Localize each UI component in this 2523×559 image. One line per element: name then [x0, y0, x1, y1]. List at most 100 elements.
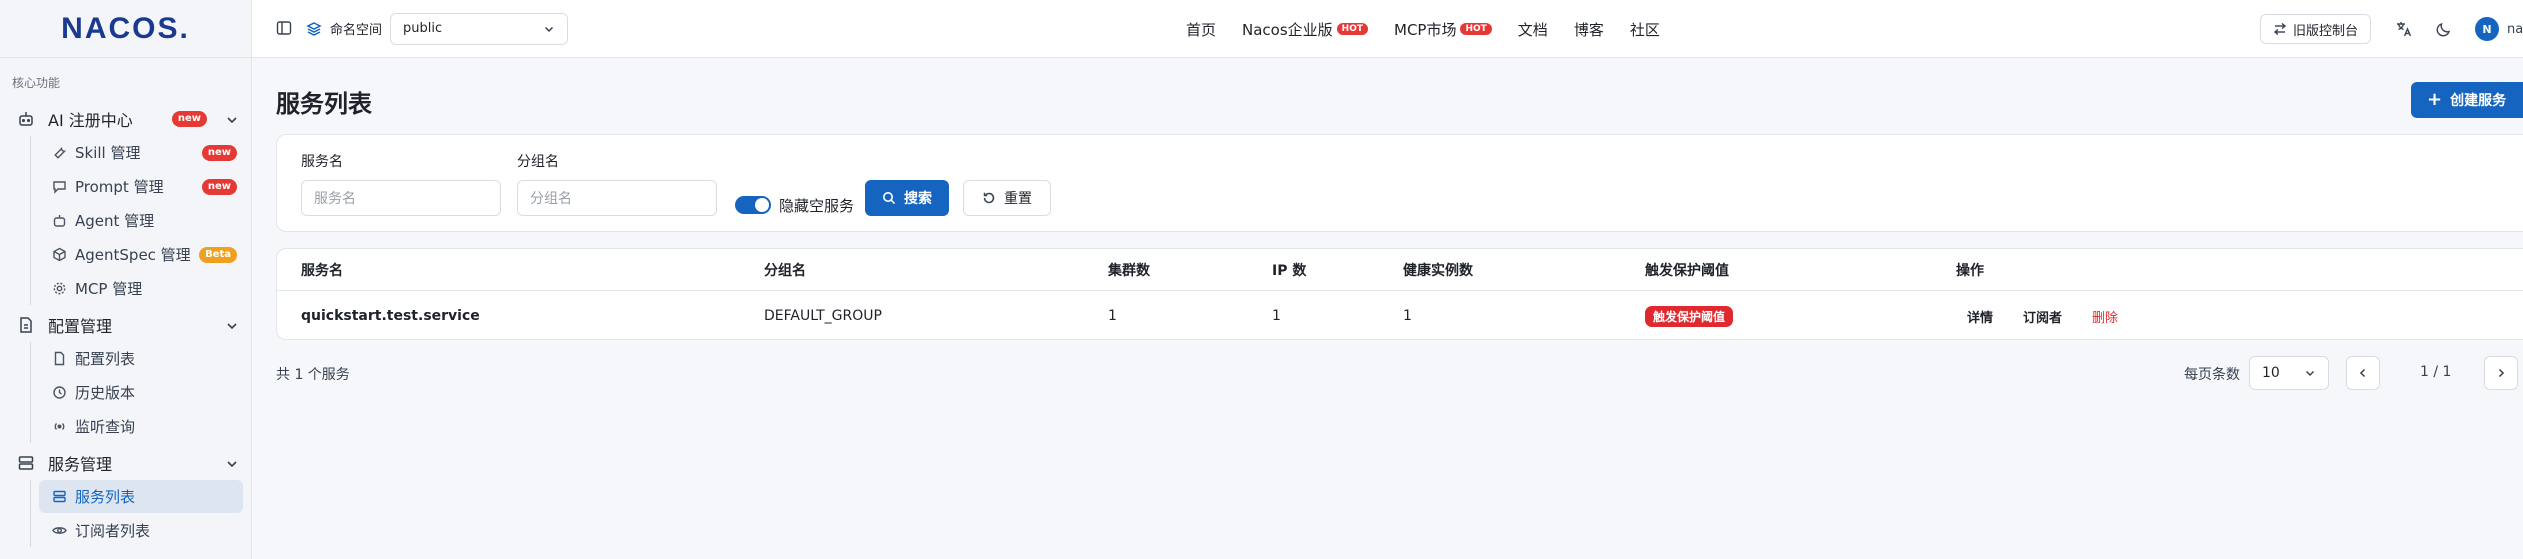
- new-badge: new: [201, 178, 237, 195]
- nav-label: Nacos企业版: [1242, 20, 1333, 39]
- cell-ip-count: 1: [1272, 308, 1281, 324]
- translate-icon[interactable]: [2395, 20, 2413, 38]
- sidebar-group-label: AI 注册中心: [48, 111, 133, 130]
- sidebar-item-label: 订阅者列表: [75, 522, 151, 540]
- sidebar-item-history[interactable]: 历史版本: [39, 376, 243, 409]
- sidebar-item-agentspec[interactable]: AgentSpec 管理 Beta: [39, 238, 243, 271]
- sidebar-item-label: Skill 管理: [75, 144, 141, 162]
- nav-docs[interactable]: 文档: [1518, 19, 1548, 40]
- nav-label: 首页: [1186, 20, 1217, 39]
- sidebar-group-service[interactable]: 服务管理: [0, 446, 251, 480]
- sidebar-item-label: Prompt 管理: [75, 178, 164, 196]
- service-name-input[interactable]: 服务名: [301, 180, 501, 216]
- cell-service-name: quickstart.test.service: [301, 308, 480, 324]
- cube-icon: [51, 247, 67, 263]
- sidebar-group-config[interactable]: 配置管理: [0, 308, 251, 342]
- nav-blog[interactable]: 博客: [1574, 19, 1604, 40]
- nav-mcp-market[interactable]: MCP市场 HOT: [1394, 19, 1492, 40]
- col-healthy: 健康实例数: [1403, 262, 1473, 279]
- page-info: 1 / 1: [2420, 364, 2452, 380]
- sidebar-submenu-config: 配置列表 历史版本 监听查询: [30, 342, 251, 443]
- sidebar-item-prompt[interactable]: Prompt 管理 new: [39, 170, 243, 203]
- service-table: 服务名 分组名 集群数 IP 数 健康实例数 触发保护阈值 操作 quickst…: [276, 248, 2523, 340]
- col-actions: 操作: [1956, 262, 1984, 279]
- wrench-icon: [51, 145, 67, 161]
- sidebar-item-subscribers[interactable]: 订阅者列表: [39, 514, 243, 547]
- chevron-down-icon[interactable]: [225, 318, 239, 332]
- sidebar-item-label: AgentSpec 管理: [75, 246, 191, 264]
- table-header: 服务名 分组名 集群数 IP 数 健康实例数 触发保护阈值 操作: [277, 249, 2523, 291]
- cell-protection: 触发保护阈值: [1645, 291, 1734, 339]
- service-name-label: 服务名: [301, 154, 343, 170]
- per-page-label: 每页条数: [2184, 367, 2240, 383]
- sidebar-item-listener[interactable]: 监听查询: [39, 410, 243, 443]
- nav-community[interactable]: 社区: [1630, 19, 1660, 40]
- hot-badge: HOT: [1336, 23, 1368, 35]
- history-icon: [51, 385, 67, 401]
- prev-page-button[interactable]: [2346, 356, 2380, 390]
- create-service-button[interactable]: + 创建服务: [2411, 82, 2523, 118]
- sidebar-item-agent[interactable]: Agent 管理: [39, 204, 243, 237]
- search-label: 搜索: [904, 191, 932, 207]
- main-content: 服务列表 + 创建服务 服务名 服务名 分组名 分组名 隐藏空服务 搜索 重置 …: [252, 58, 2523, 559]
- nav-home[interactable]: 首页: [1186, 19, 1216, 40]
- per-page-value: 10: [2262, 365, 2280, 381]
- nav-enterprise[interactable]: Nacos企业版 HOT: [1242, 19, 1368, 40]
- moon-icon[interactable]: [2435, 20, 2453, 38]
- chevron-down-icon: [2304, 367, 2316, 379]
- sidebar-item-label: 监听查询: [75, 418, 136, 436]
- hot-badge: HOT: [1460, 23, 1492, 35]
- old-console-button[interactable]: 旧版控制台: [2259, 14, 2371, 44]
- page-title: 服务列表: [276, 90, 372, 118]
- sidebar-item-service-list[interactable]: 服务列表: [39, 480, 243, 513]
- sidebar-item-mcp[interactable]: MCP 管理: [39, 272, 243, 305]
- search-button[interactable]: 搜索: [865, 180, 949, 216]
- avatar[interactable]: N: [2475, 17, 2499, 41]
- per-page-select[interactable]: 10: [2249, 356, 2329, 390]
- hide-empty-toggle[interactable]: [735, 196, 771, 214]
- sidebar-group-ai-registry[interactable]: AI 注册中心 new: [0, 102, 251, 136]
- namespace-select[interactable]: public: [390, 12, 569, 45]
- reset-label: 重置: [1004, 191, 1032, 207]
- sidebar-item-label: MCP 管理: [75, 280, 143, 298]
- subscribers-link[interactable]: 订阅者: [2023, 307, 2062, 326]
- swap-icon: [2273, 22, 2287, 36]
- nav-label: 社区: [1629, 20, 1660, 39]
- next-page-button[interactable]: [2484, 356, 2518, 390]
- table-row: quickstart.test.service DEFAULT_GROUP 1 …: [277, 291, 2523, 339]
- robot-icon: [16, 109, 36, 129]
- username[interactable]: nacos: [2507, 22, 2523, 37]
- detail-link[interactable]: 详情: [1967, 307, 1993, 326]
- filter-card: 服务名 服务名 分组名 分组名 隐藏空服务 搜索 重置: [276, 134, 2523, 232]
- server-icon: [16, 453, 36, 473]
- chevron-down-icon: [543, 23, 555, 35]
- new-badge: new: [201, 144, 237, 161]
- chevron-down-icon[interactable]: [225, 112, 239, 126]
- message-icon: [51, 179, 67, 195]
- server-icon: [51, 489, 67, 505]
- plus-icon: +: [2427, 89, 2443, 110]
- sidebar-submenu-ai: Skill 管理 new Prompt 管理 new Agent 管理 Agen…: [30, 136, 251, 305]
- old-console-label: 旧版控制台: [2292, 23, 2358, 39]
- refresh-icon: [982, 191, 996, 205]
- sidebar-item-label: 历史版本: [75, 384, 136, 402]
- group-name-input[interactable]: 分组名: [517, 180, 717, 216]
- nacos-logo[interactable]: NACOS.: [0, 0, 251, 58]
- radio-wave-icon: [51, 419, 67, 435]
- chevron-down-icon[interactable]: [225, 456, 239, 470]
- delete-link[interactable]: 删除: [2092, 307, 2118, 326]
- layers-icon: [306, 21, 322, 37]
- section-label: 核心功能: [12, 76, 61, 90]
- sidebar-item-config-list[interactable]: 配置列表: [39, 342, 243, 375]
- cell-actions: 详情 订阅者 删除: [1967, 291, 2148, 339]
- topbar-left: 命名空间 public: [252, 12, 569, 45]
- reset-button[interactable]: 重置: [963, 180, 1051, 216]
- col-group-name: 分组名: [764, 262, 806, 279]
- protection-badge: 触发保护阈值: [1645, 305, 1734, 327]
- sidebar-item-skill[interactable]: Skill 管理 new: [39, 136, 243, 169]
- sidebar-item-label: 配置列表: [75, 350, 136, 368]
- create-service-label: 创建服务: [2450, 93, 2507, 109]
- sidebar-toggle-icon[interactable]: [276, 20, 294, 38]
- cell-group-name: DEFAULT_GROUP: [764, 308, 882, 324]
- nav-label: MCP市场: [1394, 20, 1457, 39]
